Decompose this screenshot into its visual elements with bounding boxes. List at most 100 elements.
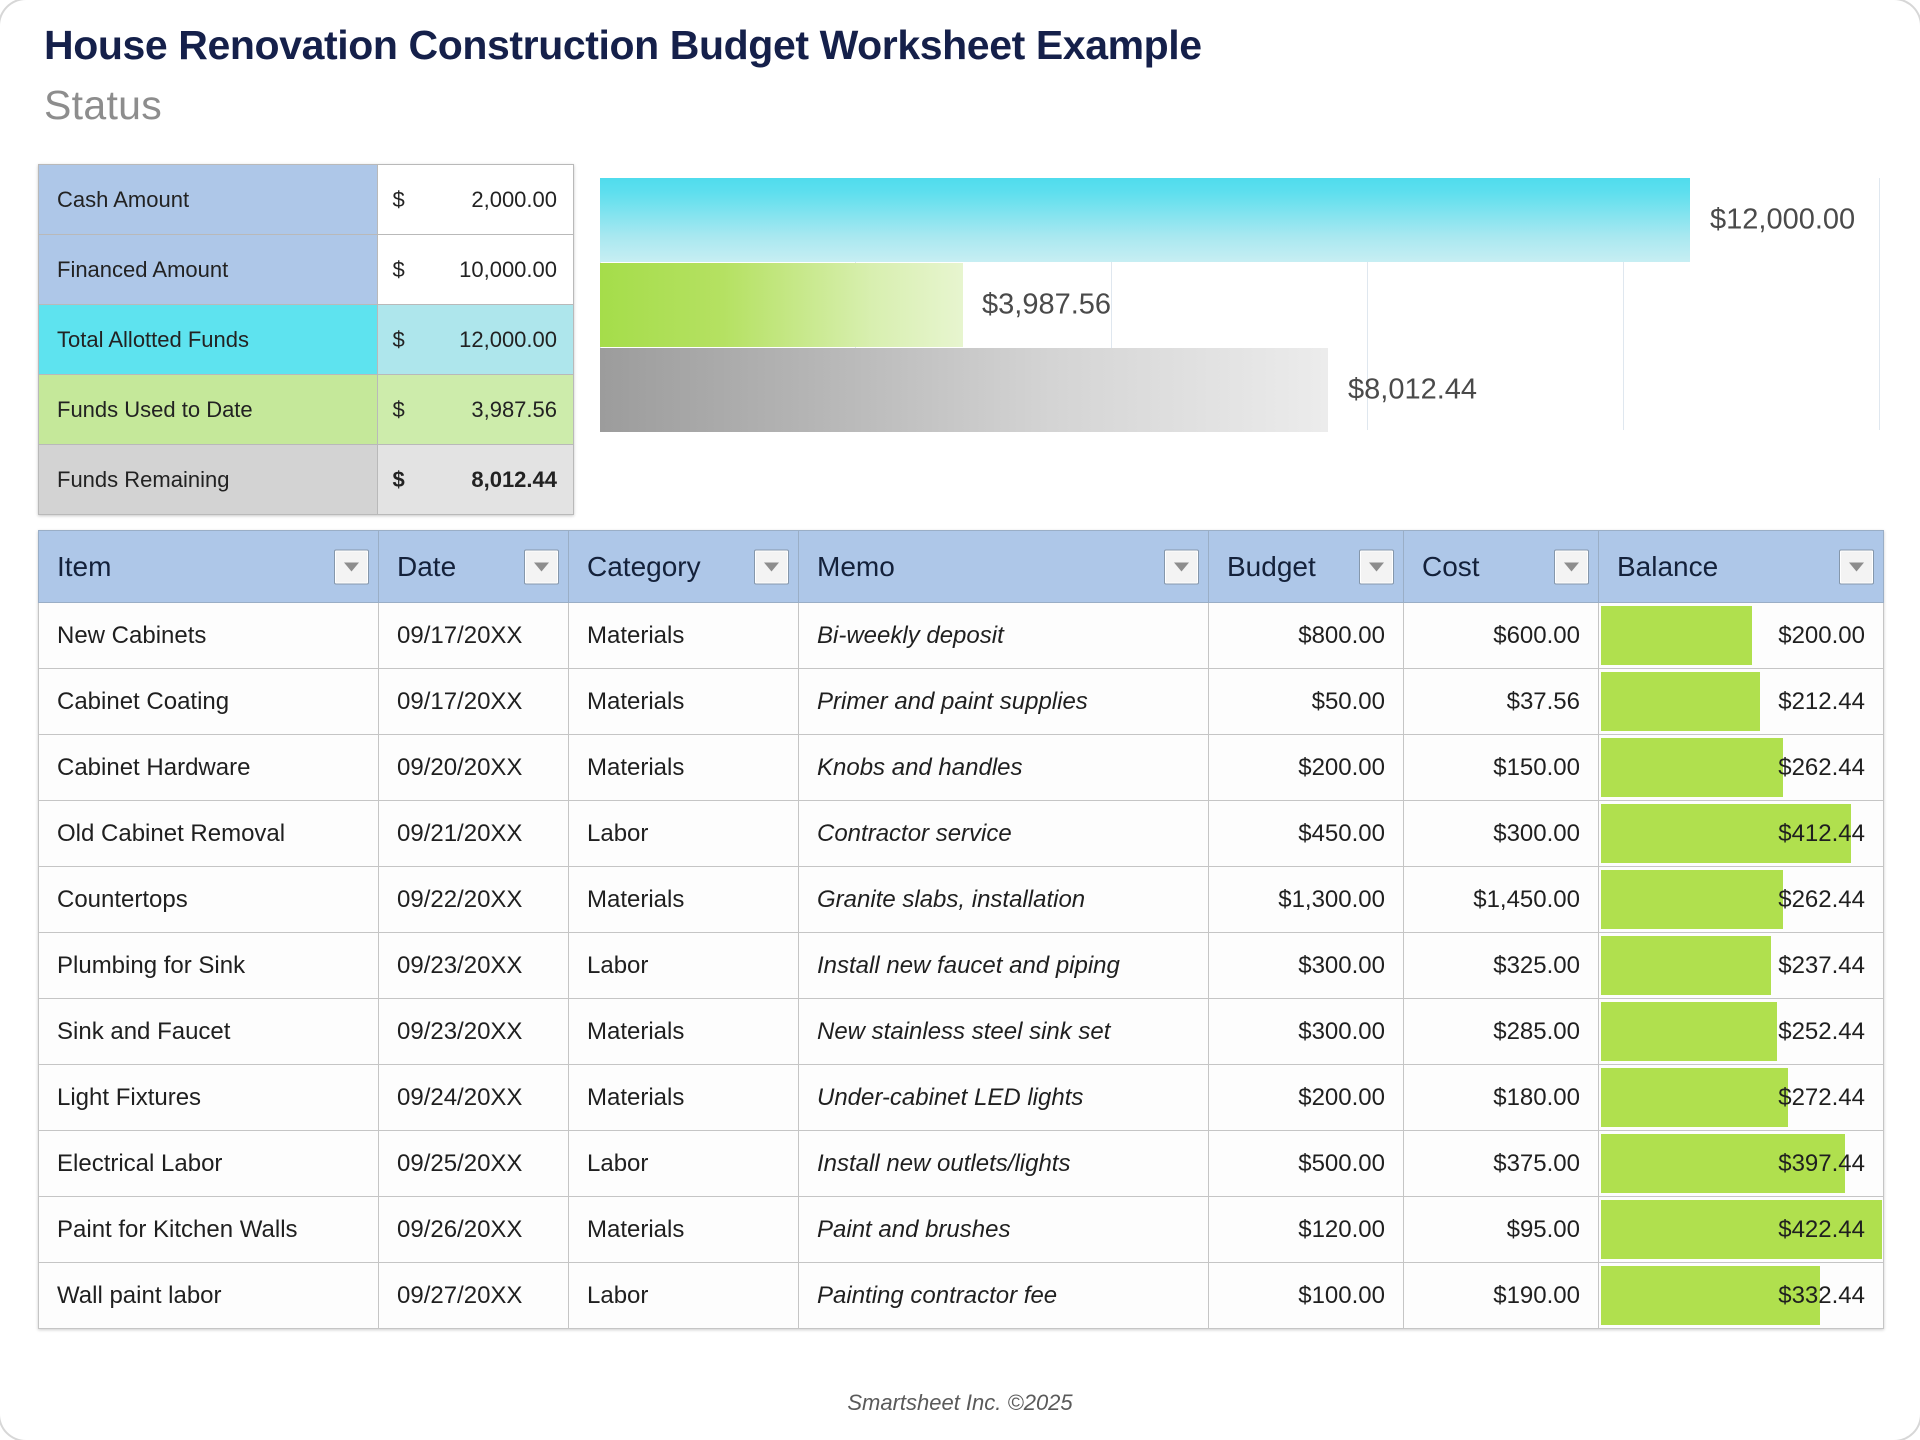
cell-budget: $300.00 (1208, 932, 1404, 999)
cell-budget: $200.00 (1208, 1064, 1404, 1131)
balance-databar (1601, 936, 1772, 995)
cell-memo: New stainless steel sink set (798, 998, 1209, 1065)
status-label-funds-remaining: Funds Remaining (37, 444, 379, 515)
chart-bar-funds-used (600, 263, 963, 347)
column-header-cost: Cost (1403, 530, 1599, 603)
cell-balance: $252.44 (1598, 998, 1884, 1065)
cell-budget: $50.00 (1208, 668, 1404, 735)
status-summary-table: Cash Amount $ 2,000.00 Financed Amount $… (37, 164, 574, 515)
filter-dropdown-icon-budget[interactable] (1359, 549, 1394, 584)
cell-balance: $272.44 (1598, 1064, 1884, 1131)
column-header-memo: Memo (798, 530, 1209, 603)
balance-value: $272.44 (1778, 1083, 1865, 1111)
budget-items-table-wrapper: Item Date Category Memo Budget Cost Bala… (38, 530, 1884, 1329)
status-value-total-allotted-funds: $ 12,000.00 (377, 304, 574, 375)
column-header-budget: Budget (1208, 530, 1404, 603)
cell-balance: $237.44 (1598, 932, 1884, 999)
chart-bar-label-funds-used: $3,987.56 (982, 288, 1112, 321)
table-row: Electrical Labor 09/25/20XX Labor Install n… (38, 1130, 1884, 1197)
status-label-total-allotted-funds: Total Allotted Funds (37, 304, 379, 375)
cell-date: 09/21/20XX (378, 800, 569, 867)
column-header-label: Cost (1422, 550, 1480, 582)
cell-item: Countertops (38, 866, 379, 933)
table-row: Light Fixtures 09/24/20XX Materials Under-c… (38, 1064, 1884, 1131)
status-row-funds-remaining: Funds Remaining $ 8,012.44 (37, 444, 574, 515)
cell-cost: $600.00 (1403, 602, 1599, 669)
cell-date: 09/23/20XX (378, 998, 569, 1065)
column-header-label: Item (57, 550, 112, 582)
filter-dropdown-icon-date[interactable] (524, 549, 559, 584)
cell-balance: $212.44 (1598, 668, 1884, 735)
currency-symbol: $ (392, 186, 405, 212)
chart-bar-row-funds-remaining: $8,012.44 (600, 348, 1882, 432)
cell-category: Materials (568, 1196, 799, 1263)
table-row: Cabinet Hardware 09/20/20XX Materials Knobs… (38, 734, 1884, 801)
funds-bar-chart: $12,000.00 $3,987.56 $8,012.44 (600, 178, 1882, 432)
status-row-total-allotted-funds: Total Allotted Funds $ 12,000.00 (37, 304, 574, 375)
balance-databar (1601, 672, 1761, 731)
cell-date: 09/17/20XX (378, 668, 569, 735)
balance-value: $332.44 (1778, 1281, 1865, 1309)
cell-cost: $285.00 (1403, 998, 1599, 1065)
amount-text: 10,000.00 (459, 256, 557, 282)
filter-dropdown-icon-category[interactable] (754, 549, 789, 584)
budget-items-table: Item Date Category Memo Budget Cost Bala… (38, 530, 1884, 1329)
cell-memo: Bi-weekly deposit (798, 602, 1209, 669)
filter-dropdown-icon-memo[interactable] (1164, 549, 1199, 584)
amount-text: 2,000.00 (471, 186, 557, 212)
table-header: Item Date Category Memo Budget Cost Bala… (38, 530, 1884, 603)
cell-category: Materials (568, 998, 799, 1065)
column-header-label: Category (587, 550, 701, 582)
cell-item: Sink and Faucet (38, 998, 379, 1065)
currency-symbol: $ (392, 396, 405, 422)
cell-date: 09/26/20XX (378, 1196, 569, 1263)
cell-date: 09/17/20XX (378, 602, 569, 669)
cell-item: Paint for Kitchen Walls (38, 1196, 379, 1263)
cell-date: 09/20/20XX (378, 734, 569, 801)
chart-bar-row-total-allotted: $12,000.00 (600, 178, 1882, 262)
status-row-financed-amount: Financed Amount $ 10,000.00 (37, 234, 574, 305)
cell-date: 09/25/20XX (378, 1130, 569, 1197)
cell-item: Old Cabinet Removal (38, 800, 379, 867)
cell-memo: Contractor service (798, 800, 1209, 867)
chart-bar-label-funds-remaining: $8,012.44 (1348, 373, 1478, 406)
cell-balance: $397.44 (1598, 1130, 1884, 1197)
balance-value: $422.44 (1778, 1215, 1865, 1243)
cell-category: Materials (568, 668, 799, 735)
table-row: New Cabinets 09/17/20XX Materials Bi-weekly… (38, 602, 1884, 669)
cell-item: Plumbing for Sink (38, 932, 379, 999)
filter-dropdown-icon-balance[interactable] (1839, 549, 1874, 584)
status-value-funds-used-to-date: $ 3,987.56 (377, 374, 574, 445)
column-header-label: Date (397, 550, 457, 582)
cell-budget: $100.00 (1208, 1262, 1404, 1329)
status-row-funds-used-to-date: Funds Used to Date $ 3,987.56 (37, 374, 574, 445)
cell-item: Electrical Labor (38, 1130, 379, 1197)
balance-value: $200.00 (1778, 621, 1865, 649)
balance-databar (1601, 606, 1752, 665)
status-value-financed-amount: $ 10,000.00 (377, 234, 574, 305)
status-row-cash-amount: Cash Amount $ 2,000.00 (37, 164, 574, 235)
cell-cost: $180.00 (1403, 1064, 1599, 1131)
cell-category: Materials (568, 866, 799, 933)
status-label-funds-used-to-date: Funds Used to Date (37, 374, 379, 445)
cell-balance: $262.44 (1598, 734, 1884, 801)
status-section-heading: Status (44, 82, 163, 128)
cell-balance: $422.44 (1598, 1196, 1884, 1263)
table-row: Countertops 09/22/20XX Materials Granite sl… (38, 866, 1884, 933)
cell-budget: $200.00 (1208, 734, 1404, 801)
balance-value: $262.44 (1778, 753, 1865, 781)
column-header-label: Memo (817, 550, 895, 582)
filter-dropdown-icon-item[interactable] (334, 549, 369, 584)
filter-dropdown-icon-cost[interactable] (1554, 549, 1589, 584)
balance-value: $212.44 (1778, 687, 1865, 715)
cell-budget: $500.00 (1208, 1130, 1404, 1197)
chart-bar-total-allotted (600, 178, 1690, 262)
cell-memo: Primer and paint supplies (798, 668, 1209, 735)
balance-value: $412.44 (1778, 819, 1865, 847)
table-row: Plumbing for Sink 09/23/20XX Labor Install … (38, 932, 1884, 999)
chart-bar-funds-remaining (600, 348, 1328, 432)
cell-date: 09/23/20XX (378, 932, 569, 999)
column-header-item: Item (38, 530, 379, 603)
cell-balance: $332.44 (1598, 1262, 1884, 1329)
balance-value: $397.44 (1778, 1149, 1865, 1177)
